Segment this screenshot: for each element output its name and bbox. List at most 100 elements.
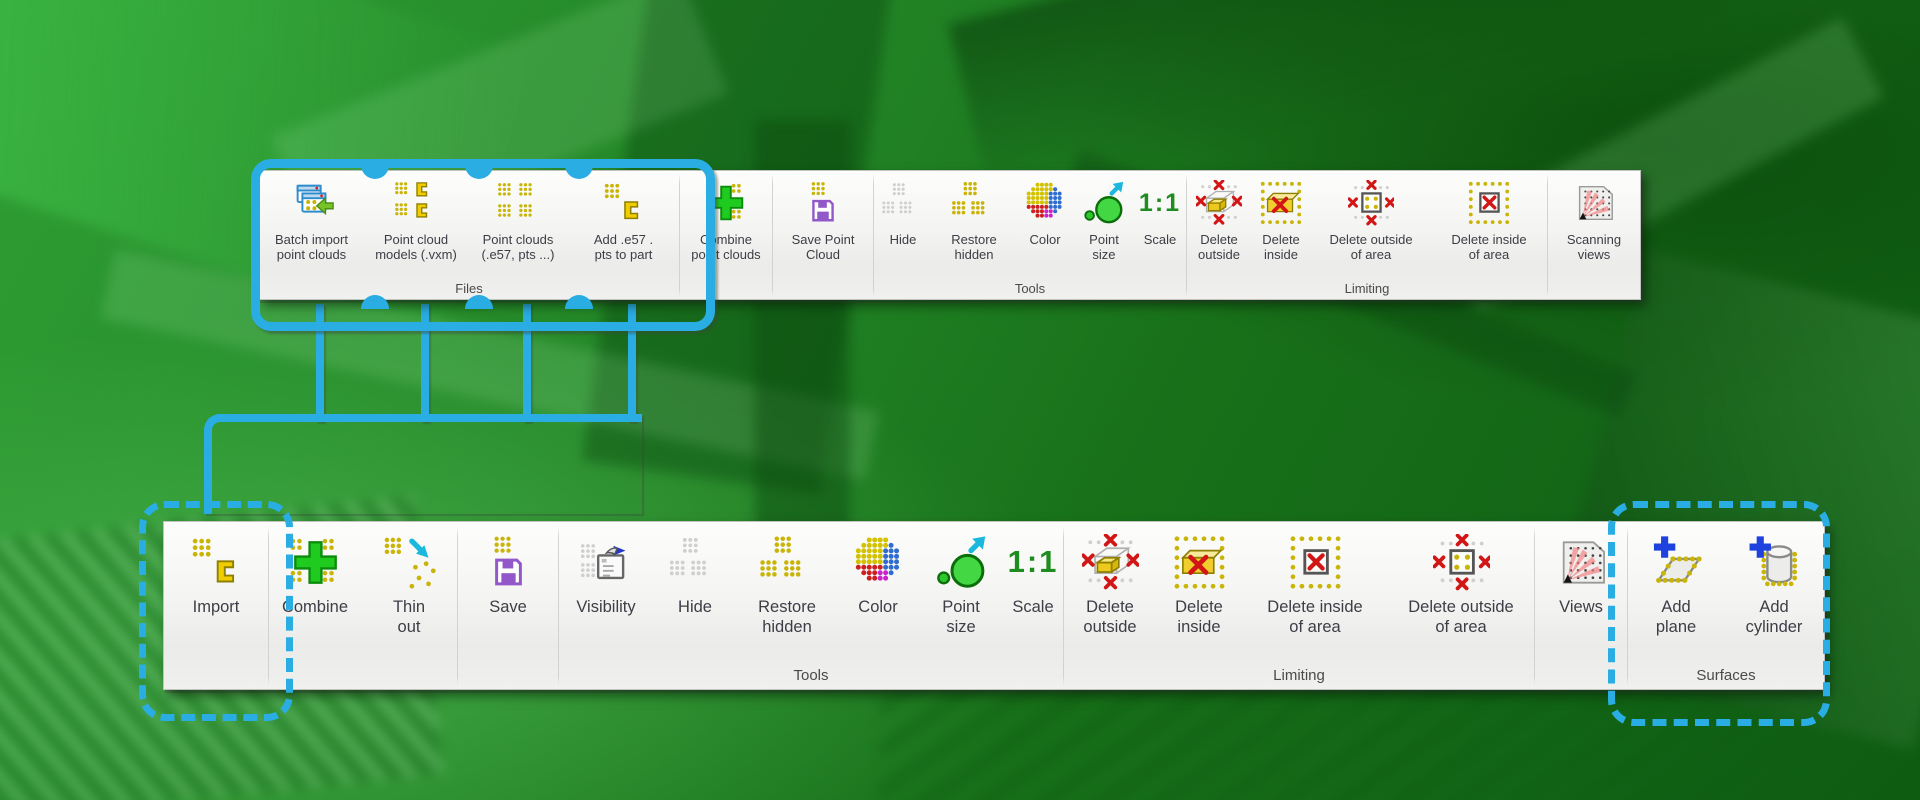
ribbon-button-combine-point-clouds[interactable]: Combine point clouds <box>680 171 772 262</box>
delete-inside-area-icon <box>1287 530 1344 594</box>
ribbon-button-views[interactable]: Views <box>1535 522 1627 617</box>
ribbon-button-label: Restore hidden <box>758 597 816 637</box>
ribbon-button-color[interactable]: Color <box>837 522 919 617</box>
group-label: Surfaces <box>1628 667 1824 684</box>
ribbon-button-label: Scale <box>1012 597 1053 617</box>
ribbon-button-combine[interactable]: Combine <box>269 522 361 617</box>
dots-c-icon <box>188 530 245 594</box>
group-label: Limiting <box>1064 667 1534 684</box>
ribbon-button-label: Batch import point clouds <box>275 232 348 262</box>
ribbon-button-hide[interactable]: Hide <box>653 522 737 617</box>
ribbon-button-save-point-cloud[interactable]: Save Point Cloud <box>773 171 873 262</box>
color-icon <box>850 530 907 594</box>
save-icon <box>800 177 846 229</box>
ribbon-button-label: Delete outside of area <box>1329 232 1412 262</box>
ribbon-button-label: Add cylinder <box>1746 597 1803 637</box>
ribbon-button-label: Point size <box>942 597 980 637</box>
hide-icon <box>880 177 926 229</box>
ribbon-button-delete-outside-of-area[interactable]: Delete outside of area <box>1388 522 1534 637</box>
ribbon-button-label: Point cloud models (.vxm) <box>375 232 457 262</box>
ribbon-button-label: Delete outside <box>1083 597 1136 637</box>
ribbon-button-restore-hidden[interactable]: Restore hidden <box>932 171 1016 262</box>
ribbon-button-label: Visibility <box>576 597 635 617</box>
ribbon-button-point-size[interactable]: Point size <box>919 522 1003 637</box>
scale-ratio-text: 1:1 <box>1008 544 1059 580</box>
point-size-icon <box>933 530 990 594</box>
ribbon-button-color[interactable]: Color <box>1016 171 1074 247</box>
bottom-ribbon: Import Combine Thin out Save Visibility Hi… <box>163 521 1825 690</box>
ribbon-button-label: Hide <box>890 232 917 247</box>
restore-hidden-icon <box>951 177 997 229</box>
ribbon-button-hide[interactable]: Hide <box>874 171 932 247</box>
ribbon-group-unlabeled-1: Combine point clouds <box>680 171 772 299</box>
ribbon-button-label: Delete outside <box>1198 232 1240 262</box>
point-size-icon <box>1081 177 1127 229</box>
ribbon-button-scanning-views[interactable]: Scanning views <box>1548 171 1640 262</box>
ribbon-button-delete-inside[interactable]: Delete inside <box>1156 522 1242 637</box>
ribbon-group-unlabeled-1: Combine Thin out <box>269 522 457 689</box>
ribbon-button-point-clouds-e57-pts[interactable]: Point clouds (.e57, pts ...) <box>468 171 568 262</box>
ribbon-group-unlabeled-5: Views <box>1535 522 1627 689</box>
ribbon-button-delete-outside-of-area[interactable]: Delete outside of area <box>1311 171 1431 262</box>
save-icon <box>480 530 537 594</box>
combine-icon <box>287 530 344 594</box>
ribbon-button-delete-inside-of-area[interactable]: Delete inside of area <box>1431 171 1547 262</box>
ribbon-button-label: Delete inside <box>1262 232 1300 262</box>
ribbon-group-unlabeled-5: Scanning views <box>1548 171 1640 299</box>
ribbon-button-label: Views <box>1559 597 1603 617</box>
ribbon-button-label: Scale <box>1144 232 1177 247</box>
group-label: Limiting <box>1187 281 1547 296</box>
dots-quad-icon <box>495 177 541 229</box>
scale-1-1-icon: 1:1 <box>1139 177 1181 229</box>
ribbon-button-label: Color <box>1029 232 1060 247</box>
restore-hidden-icon <box>759 530 816 594</box>
ribbon-button-import[interactable]: Import <box>164 522 268 617</box>
ribbon-button-label: Import <box>193 597 240 617</box>
scan-views-icon <box>1571 177 1617 229</box>
ribbon-group-unlabeled-2: Save Point Cloud <box>773 171 873 299</box>
ribbon-button-label: Color <box>858 597 897 617</box>
delete-outside-area-icon <box>1348 177 1394 229</box>
scan-views-icon <box>1553 530 1610 594</box>
ribbon-group-tools: Visibility Hide Restore hidden Color Point … <box>559 522 1063 689</box>
add-cylinder-icon <box>1746 530 1803 594</box>
ribbon-button-delete-outside[interactable]: Delete outside <box>1187 171 1251 262</box>
ribbon-button-save[interactable]: Save <box>458 522 558 617</box>
ribbon-group-tools: Hide Restore hidden Color Point size1:1 Sca… <box>874 171 1186 299</box>
ribbon-button-batch-import-point-clouds[interactable]: Batch import point clouds <box>259 171 364 262</box>
ribbon-button-visibility[interactable]: Visibility <box>559 522 653 617</box>
ribbon-button-add-plane[interactable]: Add plane <box>1628 522 1724 637</box>
group-label: Tools <box>559 667 1063 684</box>
ribbon-group-unlabeled-0: Import <box>164 522 268 689</box>
ribbon-button-delete-inside-of-area[interactable]: Delete inside of area <box>1242 522 1388 637</box>
ribbon-button-label: Scanning views <box>1567 232 1621 262</box>
ribbon-button-scale[interactable]: 1:1 Scale <box>1134 171 1186 247</box>
delete-outside-area-icon <box>1433 530 1490 594</box>
ribbon-group-surfaces: Add plane Add cylinder Surfaces <box>1628 522 1824 689</box>
visibility-icon <box>578 530 635 594</box>
ribbon-button-point-size[interactable]: Point size <box>1074 171 1134 262</box>
ribbon-button-label: Point clouds (.e57, pts ...) <box>482 232 555 262</box>
ribbon-button-label: Restore hidden <box>951 232 997 262</box>
ribbon-button-add-e57-pts-to-part[interactable]: Add .e57 . pts to part <box>568 171 679 262</box>
delete-outside-icon <box>1082 530 1139 594</box>
ribbon-button-delete-inside[interactable]: Delete inside <box>1251 171 1311 262</box>
ribbon-button-delete-outside[interactable]: Delete outside <box>1064 522 1156 637</box>
ribbon-button-label: Delete inside of area <box>1267 597 1362 637</box>
add-plane-icon <box>1648 530 1705 594</box>
ribbon-button-point-cloud-models-vxm[interactable]: Point cloud models (.vxm) <box>364 171 468 262</box>
ribbon-button-thin-out[interactable]: Thin out <box>361 522 457 637</box>
ribbon-group-limiting: Delete outside Delete inside Delete insid… <box>1064 522 1534 689</box>
dots-c-double-icon <box>393 177 439 229</box>
delete-outside-icon <box>1196 177 1242 229</box>
ribbon-button-scale[interactable]: 1:1 Scale <box>1003 522 1063 617</box>
batch-import-icon <box>289 177 335 229</box>
ribbon-group-unlabeled-2: Save <box>458 522 558 689</box>
ribbon-group-limiting: Delete outside Delete inside Delete outsi… <box>1187 171 1547 299</box>
ribbon-button-add-cylinder[interactable]: Add cylinder <box>1724 522 1824 637</box>
dots-c-icon <box>601 177 647 229</box>
ribbon-button-restore-hidden[interactable]: Restore hidden <box>737 522 837 637</box>
combine-icon <box>703 177 749 229</box>
ribbon-button-label: Delete inside <box>1175 597 1223 637</box>
thin-out-icon <box>381 530 438 594</box>
